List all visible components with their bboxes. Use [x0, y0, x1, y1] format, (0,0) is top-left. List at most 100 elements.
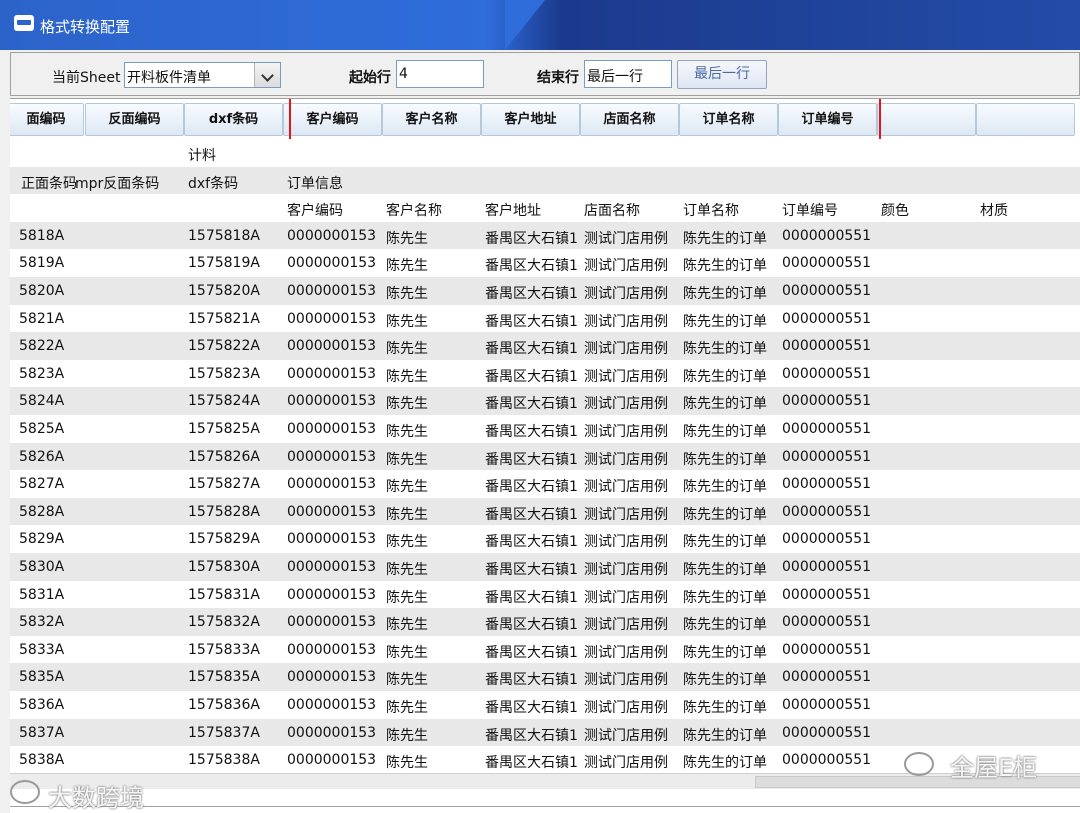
- watermark-icon: [10, 780, 40, 804]
- cell: 0000000551: [782, 310, 872, 327]
- table-row[interactable]: 5828A 1575828A 0000000153 陈先生 番禺区大石镇1 测试门店用例陈…: [10, 497, 1080, 526]
- cell: 0000000551: [782, 614, 872, 631]
- table-row[interactable]: 5822A 1575822A 0000000153 陈先生 番禺区大石镇1 测试门店用例陈…: [10, 332, 1080, 360]
- cell: 5829A: [19, 531, 65, 548]
- table-row[interactable]: 5823A 1575823A 0000000153 陈先生 番禺区大石镇1 测试门店用例陈…: [10, 359, 1080, 388]
- table-row[interactable]: 5836A 1575836A 0000000153 陈先生 番禺区大石镇1 测试门店用例陈…: [10, 691, 1080, 719]
- last-row-button[interactable]: 最后一行: [677, 60, 767, 89]
- cell: 1575832A: [188, 614, 260, 631]
- cell: 1575818A: [188, 227, 260, 244]
- column-header[interactable]: [976, 103, 1075, 136]
- cell: 测试门店用例: [584, 644, 668, 661]
- cell: 测试门店用例: [584, 424, 668, 440]
- end-row-input[interactable]: 最后一行: [584, 60, 672, 88]
- cell: dxf条码: [188, 175, 239, 192]
- cell: 1575825A: [188, 421, 260, 437]
- cell: 陈先生: [386, 286, 428, 302]
- toolbar: 当前Sheet 开料板件清单 起始行 4 结束行 最后一行 最后一行: [10, 52, 1080, 96]
- cell: 0000000153: [287, 697, 377, 713]
- table-row[interactable]: 5825A 1575825A 0000000153 陈先生 番禺区大石镇1 测试门店用例陈…: [10, 415, 1080, 443]
- cell: 测试门店用例: [584, 368, 668, 385]
- cell: 1575820A: [188, 283, 260, 299]
- column-header[interactable]: 反面编码: [85, 103, 184, 136]
- cell: 5837A: [19, 724, 65, 741]
- table-row[interactable]: 5837A 1575837A 0000000153 陈先生 番禺区大石镇1 测试门店用例陈…: [10, 718, 1080, 747]
- cell: 0000000153: [287, 669, 377, 686]
- cell: 5821A: [19, 310, 65, 327]
- table-row[interactable]: 5818A 1575818A 0000000153 陈先生 番禺区大石镇1 测试门店用例陈…: [10, 221, 1080, 250]
- table-row[interactable]: 5830A 1575830A 0000000153 陈先生 番禺区大石镇1 测试门店用例陈…: [10, 553, 1080, 581]
- cell: 5826A: [19, 448, 65, 465]
- cell: 陈先生的订单: [683, 396, 767, 413]
- cell: 0000000153: [287, 255, 377, 272]
- column-header[interactable]: dxf条码: [184, 103, 283, 136]
- cell: 番禺区大石镇1: [485, 341, 578, 358]
- cell: 材质: [980, 203, 1008, 220]
- cell: 番禺区大石镇1: [485, 368, 578, 385]
- start-row-input[interactable]: 4: [396, 60, 484, 88]
- cell: 番禺区大石镇1: [485, 230, 578, 247]
- cell: 5827A: [19, 476, 65, 493]
- cell: 0000000153: [287, 365, 377, 382]
- cell: 5818A: [19, 227, 65, 244]
- sheet-label: 当前Sheet: [52, 70, 121, 86]
- cell: 测试门店用例: [584, 672, 668, 689]
- cell: 1575831A: [188, 586, 260, 603]
- cell: 测试门店用例: [584, 286, 668, 302]
- table-row[interactable]: 5829A 1575829A 0000000153 陈先生 番禺区大石镇1 测试门店用例陈…: [10, 525, 1080, 553]
- cell: 1575828A: [188, 503, 260, 520]
- table-row[interactable]: 5826A 1575826A 0000000153 陈先生 番禺区大石镇1 测试门店用例陈…: [10, 442, 1080, 471]
- table-row[interactable]: 5831A 1575831A 0000000153 陈先生 番禺区大石镇1 测试门店用例陈…: [10, 580, 1080, 609]
- table-row[interactable]: 5821A 1575821A 0000000153 陈先生 番禺区大石镇1 测试门店用例陈…: [10, 304, 1080, 333]
- cell: 陈先生的订单: [683, 286, 767, 302]
- cell: 0000000153: [287, 227, 377, 244]
- sheet-dropdown[interactable]: 开料板件清单: [124, 62, 281, 88]
- cell: 陈先生: [386, 313, 428, 330]
- cell: 1575835A: [188, 669, 260, 686]
- table-row[interactable]: 5819A 1575819A 0000000153 陈先生 番禺区大石镇1 测试门店用例陈…: [10, 249, 1080, 277]
- cell: 5836A: [19, 697, 65, 713]
- cell: 0000000153: [287, 421, 377, 437]
- cell: 陈先生: [386, 258, 428, 275]
- cell: 1575838A: [188, 752, 260, 769]
- cell: mpr反面条码: [75, 175, 160, 192]
- cell: 0000000153: [287, 641, 377, 658]
- cell: 0000000153: [287, 752, 377, 769]
- cell: 番禺区大石镇1: [485, 534, 578, 551]
- table-row[interactable]: 5835A 1575835A 0000000153 陈先生 番禺区大石镇1 测试门店用例陈…: [10, 663, 1080, 691]
- start-row-label: 起始行: [349, 70, 391, 86]
- data-grid: 面编码 反面编码 dxf条码 客户编码 客户名称 客户地址 店面名称 订单名称 …: [10, 98, 1080, 813]
- chevron-down-icon[interactable]: [254, 63, 280, 87]
- app-icon: [14, 15, 34, 31]
- cell: 陈先生: [386, 700, 428, 716]
- bottom-border: [10, 806, 1080, 807]
- cell: 订单编号: [782, 203, 838, 220]
- cell: 5823A: [19, 365, 65, 382]
- table-row[interactable]: 5824A 1575824A 0000000153 陈先生 番禺区大石镇1 测试门店用例陈…: [10, 387, 1080, 415]
- cell: 番禺区大石镇1: [485, 396, 578, 413]
- cell: 0000000551: [782, 421, 872, 437]
- cell: 客户编码: [287, 203, 343, 220]
- cell: 0000000153: [287, 559, 377, 575]
- cell: 0000000153: [287, 531, 377, 548]
- cell: 陈先生: [386, 479, 428, 496]
- table-row[interactable]: 5827A 1575827A 0000000153 陈先生 番禺区大石镇1 测试门店用例陈…: [10, 470, 1080, 498]
- cell: 0000000551: [782, 365, 872, 382]
- cell: 5824A: [19, 393, 65, 410]
- cell: 5825A: [19, 421, 65, 437]
- table-row[interactable]: 5820A 1575820A 0000000153 陈先生 番禺区大石镇1 测试门店用例陈…: [10, 277, 1080, 305]
- table-row[interactable]: 5832A 1575832A 0000000153 陈先生 番禺区大石镇1 测试门店用例陈…: [10, 608, 1080, 636]
- column-header[interactable]: [877, 103, 976, 136]
- cell: 陈先生: [386, 506, 428, 523]
- cell: 0000000551: [782, 641, 872, 658]
- title-bar-decoration: [505, 0, 545, 50]
- header-info-row: 计料: [10, 139, 1080, 167]
- cell: 陈先生: [386, 534, 428, 551]
- cell: 5822A: [19, 338, 65, 355]
- table-row[interactable]: 5833A 1575833A 0000000153 陈先生 番禺区大石镇1 测试门店用例陈…: [10, 635, 1080, 664]
- cell: 测试门店用例: [584, 451, 668, 468]
- column-header[interactable]: 面编码: [10, 103, 84, 136]
- cell: 0000000551: [782, 227, 872, 244]
- cell: 陈先生的订单: [683, 727, 767, 744]
- cell: 客户名称: [386, 203, 442, 220]
